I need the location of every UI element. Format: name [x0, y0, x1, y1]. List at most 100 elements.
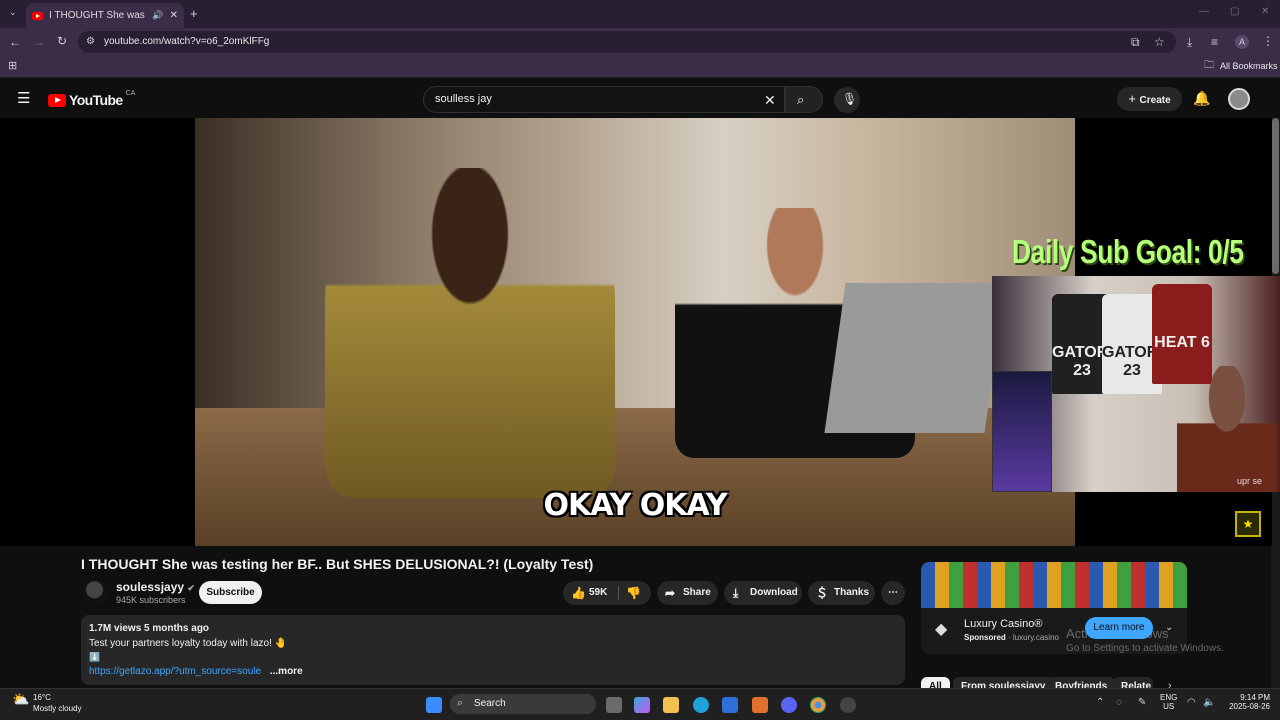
more-actions-button[interactable]: ⋯ [881, 581, 905, 605]
all-bookmarks-link[interactable]: All Bookmarks [1220, 62, 1278, 71]
minimize-icon[interactable]: — [1199, 7, 1209, 17]
volume-icon[interactable]: 🔈 [1203, 698, 1215, 708]
tab-youtube[interactable]: I THOUGHT She was testing 🔊 ✕ [26, 3, 184, 28]
tray-icon-1[interactable]: ◌ [1116, 698, 1122, 708]
search-input[interactable]: soulless jay ✕ [423, 86, 785, 113]
video-frame[interactable]: OKAY OKAY [195, 118, 1075, 546]
tray-icon-2[interactable]: ✎ [1138, 698, 1146, 708]
taskbar-search[interactable]: ⌕ Search [450, 694, 596, 714]
windows-start-icon[interactable] [426, 697, 442, 713]
cast-icon[interactable]: ⧉ [1131, 36, 1140, 48]
share-icon: ➦ [665, 586, 676, 600]
video-person-left [325, 168, 615, 498]
weather-icon[interactable]: ⛅ [12, 692, 29, 706]
weather-temp[interactable]: 16°C [33, 693, 51, 702]
youtube-favicon-icon [32, 11, 43, 20]
ad-domain: luxury.casino [1012, 633, 1059, 642]
maximize-icon[interactable]: ▢ [1230, 7, 1239, 17]
country-code: CA [125, 89, 136, 97]
clock-time: 9:14 PM [1240, 693, 1270, 702]
subscribe-button[interactable]: Subscribe [199, 581, 262, 604]
copilot-icon[interactable] [634, 697, 650, 713]
search-button[interactable]: ⌕ [785, 86, 823, 113]
thanks-icon: ＄ [816, 586, 829, 600]
desc-line-2: ⬇️ [89, 652, 101, 662]
youtube-logo[interactable]: YouTube CA [48, 89, 136, 108]
reading-list-icon[interactable]: ≡ [1211, 36, 1218, 48]
search-input-value: soulless jay [435, 93, 492, 105]
discord-icon[interactable] [781, 697, 797, 713]
streamer-person [1177, 366, 1277, 492]
tab-search-icon[interactable]: ⌄ [9, 8, 17, 17]
desc-link[interactable]: https://getlazo.app/?utm_source=soule [89, 666, 261, 677]
channel-name-text: soulessjayy [116, 580, 185, 594]
clock[interactable]: 9:14 PM 2025-08-26 [1225, 693, 1270, 711]
create-button[interactable]: + Create [1117, 87, 1182, 111]
scrollbar-thumb[interactable] [1272, 118, 1279, 274]
browser-tab-bar: ⌄ I THOUGHT She was testing 🔊 ✕ + — ▢ ✕ [0, 0, 1280, 28]
dislike-icon[interactable]: 👎 [626, 587, 641, 599]
language-indicator[interactable]: ENG US [1160, 693, 1177, 711]
ad-sponsored: Sponsored [964, 633, 1006, 642]
thanks-button[interactable]: ＄ Thanks [808, 581, 875, 605]
tab-close-icon[interactable]: ✕ [170, 10, 178, 21]
app-icon-gray[interactable] [840, 697, 856, 713]
profile-avatar[interactable]: A [1235, 35, 1249, 49]
thanks-label: Thanks [834, 587, 870, 598]
reload-icon[interactable]: ↻ [57, 35, 67, 47]
channel-avatar[interactable] [81, 579, 108, 606]
back-icon[interactable]: ← [9, 36, 21, 48]
channel-name[interactable]: soulessjayy ✔ [116, 580, 195, 594]
like-count[interactable]: 59K [589, 581, 607, 605]
video-laptop [824, 283, 1006, 433]
like-dislike-group: 👍 59K 👎 [563, 581, 651, 605]
video-title: I THOUGHT She was testing her BF.. But S… [81, 556, 594, 572]
tray-chevron-icon[interactable]: ⌃ [1096, 698, 1104, 708]
window-close-icon[interactable]: ✕ [1261, 7, 1269, 17]
create-label: Create [1139, 95, 1171, 106]
share-button[interactable]: ➦ Share [657, 581, 718, 605]
menu-dots-icon[interactable]: ⋮ [1262, 35, 1274, 47]
download-icon[interactable]: ⤓ [1187, 36, 1192, 48]
clear-search-icon[interactable]: ✕ [764, 93, 776, 107]
address-toolbar: ← → ↻ ⚙ youtube.com/watch?v=o6_2omKlFFg … [0, 28, 1280, 56]
edge-icon[interactable] [693, 697, 709, 713]
share-label: Share [683, 587, 711, 598]
bookmark-star-icon[interactable]: ☆ [1154, 36, 1165, 48]
subscriber-count: 945K subscribers [116, 595, 186, 605]
ad-meta: Sponsored · luxury.casino [964, 633, 1059, 642]
description-box[interactable]: 1.7M views 5 months ago Test your partne… [81, 615, 905, 685]
url-field[interactable]: ⚙ youtube.com/watch?v=o6_2omKlFFg ⧉ ☆ [78, 31, 1176, 53]
download-button[interactable]: ⤓ Download [724, 581, 802, 605]
activate-windows-subtitle: Go to Settings to activate Windows. [1066, 643, 1224, 654]
ad-name[interactable]: Luxury Casino® [964, 618, 1042, 630]
verified-icon: ✔ [187, 583, 195, 593]
weather-desc[interactable]: Mostly cloudy [33, 704, 81, 713]
chrome-icon[interactable] [810, 697, 826, 713]
channel-watermark-icon[interactable]: ★ [1235, 511, 1261, 537]
streamer-cam: GATORS 23 GATORS 23 HEAT 6 [992, 276, 1280, 492]
ad-expand-chevron-icon[interactable]: ⌄ [1165, 623, 1173, 633]
learn-more-button[interactable]: Learn more [1085, 617, 1153, 639]
new-tab-icon[interactable]: + [190, 7, 198, 20]
show-more-link[interactable]: ...more [270, 666, 303, 677]
app-icon-orange[interactable] [752, 697, 768, 713]
account-avatar[interactable] [1228, 88, 1250, 110]
task-view-icon[interactable] [606, 697, 622, 713]
wifi-icon[interactable]: ◠ [1187, 698, 1196, 708]
site-info-icon[interactable]: ⚙ [86, 37, 95, 47]
notifications-bell-icon[interactable]: 🔔 [1193, 91, 1210, 105]
tab-title: I THOUGHT She was testing [49, 10, 146, 21]
store-icon[interactable] [722, 697, 738, 713]
file-explorer-icon[interactable] [663, 697, 679, 713]
voice-search-button[interactable]: 🎙 [834, 87, 860, 113]
hamburger-menu-icon[interactable]: ☰ [17, 91, 30, 106]
speaker-icon[interactable]: 🔊 [152, 10, 163, 21]
views-date: 1.7M views 5 months ago [89, 623, 210, 634]
download-arrow-icon: ⤓ [733, 586, 739, 600]
microphone-icon: 🎙 [842, 92, 858, 106]
apps-grid-icon[interactable]: ⊞ [8, 61, 17, 72]
language-line-2: US [1163, 702, 1175, 711]
forward-icon[interactable]: → [33, 36, 45, 48]
like-icon[interactable]: 👍 [571, 587, 586, 599]
